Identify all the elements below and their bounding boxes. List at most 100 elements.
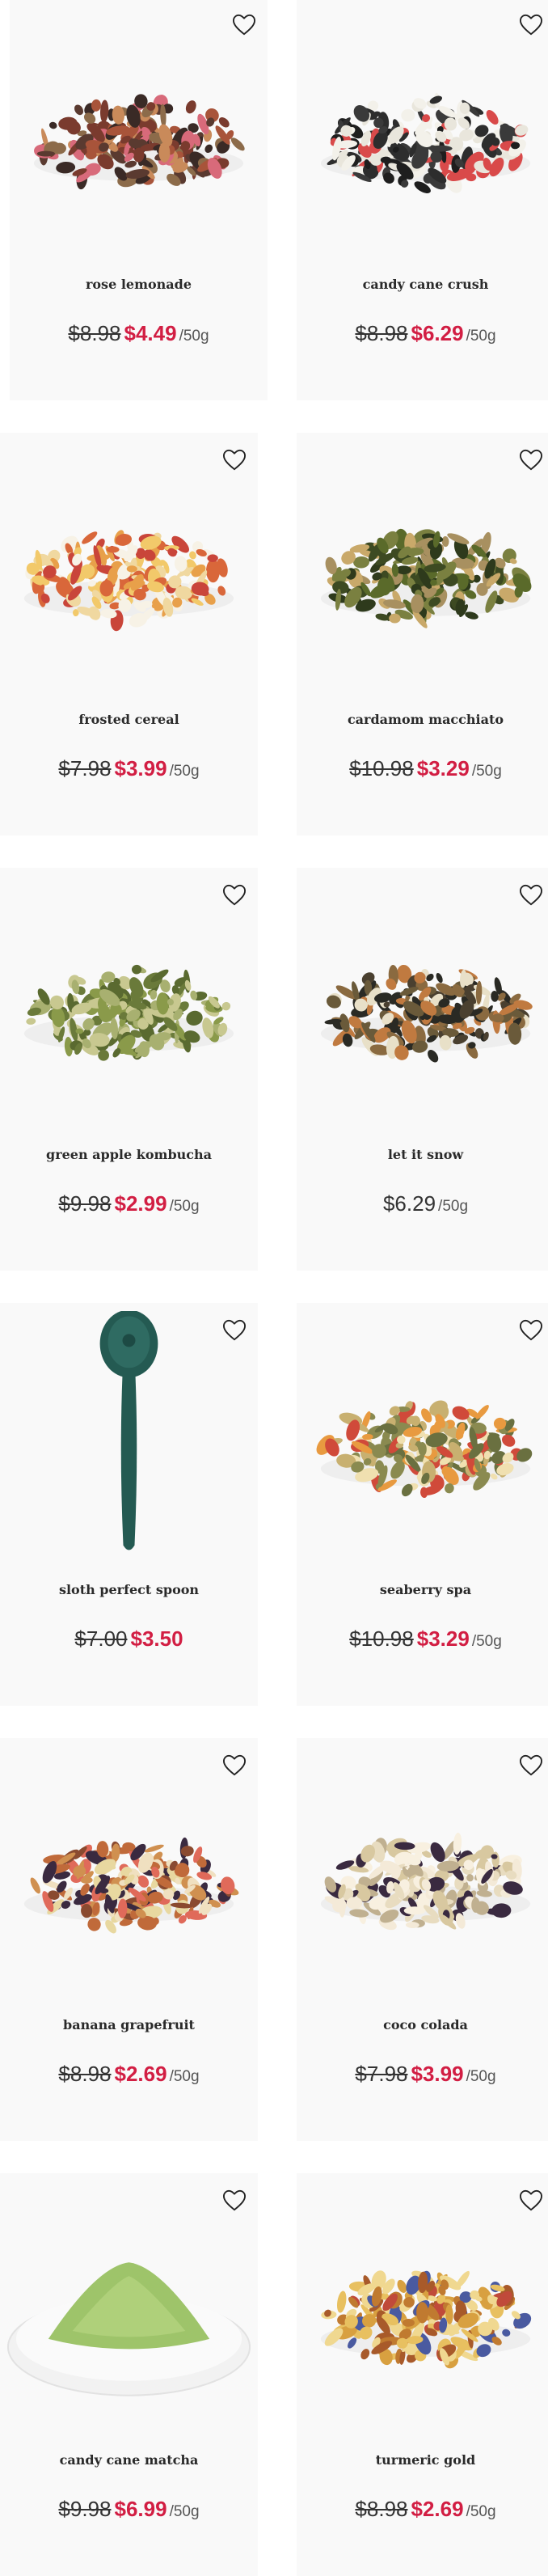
wishlist-heart-icon[interactable] — [517, 882, 545, 908]
wishlist-heart-icon[interactable] — [517, 447, 545, 473]
sale-price: $6.29 — [411, 321, 464, 345]
sale-price: $2.69 — [411, 2497, 464, 2521]
product-name[interactable]: coco colada — [297, 2017, 548, 2032]
product-name[interactable]: green apple kombucha — [0, 1147, 258, 1162]
wishlist-heart-icon[interactable] — [221, 2188, 248, 2214]
price-unit: /50g — [471, 1633, 502, 1650]
tea-blend-image — [320, 964, 533, 1063]
product-name[interactable]: cardamom macchiato — [297, 712, 548, 727]
price-unit: /50g — [169, 2068, 200, 2085]
product-name[interactable]: sloth perfect spoon — [0, 1582, 258, 1597]
product-card[interactable]: candy cane matcha $9.98 $6.99/50g — [0, 2173, 258, 2576]
product-card[interactable]: green apple kombucha $9.98 $2.99/50g — [0, 868, 258, 1271]
product-card[interactable]: candy cane crush $8.98 $6.29/50g — [297, 0, 548, 400]
sale-price: $3.50 — [130, 1626, 183, 1651]
tea-blend-image — [23, 964, 234, 1061]
product-name[interactable]: let it snow — [297, 1147, 548, 1162]
sale-price: $6.99 — [114, 2497, 167, 2521]
tea-blend-image — [320, 2270, 532, 2369]
original-price: $10.98 — [349, 756, 414, 780]
product-price: $6.29/50g — [297, 1191, 548, 1216]
price-unit: /50g — [466, 328, 496, 345]
product-image[interactable] — [0, 2218, 258, 2420]
tea-blend-image — [23, 530, 234, 632]
sale-price: $4.49 — [124, 321, 177, 345]
original-price: $10.98 — [349, 1626, 414, 1651]
product-card[interactable]: sloth perfect spoon $7.00 $3.50 — [0, 1303, 258, 1706]
price-unit: /50g — [466, 2068, 496, 2085]
original-price: $7.98 — [355, 2062, 408, 2086]
sale-price: $2.69 — [114, 2062, 167, 2086]
product-image[interactable] — [297, 477, 548, 679]
product-price: $8.98 $4.49/50g — [10, 321, 268, 346]
product-name[interactable]: candy cane crush — [297, 277, 548, 292]
product-name[interactable]: candy cane matcha — [0, 2452, 258, 2468]
product-price: $8.98 $2.69/50g — [0, 2062, 258, 2087]
product-price: $7.98 $3.99/50g — [297, 2062, 548, 2087]
tea-blend-image — [33, 94, 245, 190]
product-image[interactable] — [297, 2218, 548, 2420]
product-name[interactable]: frosted cereal — [0, 712, 258, 727]
tea-blend-image — [320, 92, 531, 193]
wishlist-heart-icon[interactable] — [517, 12, 545, 38]
product-card[interactable]: coco colada $7.98 $3.99/50g — [297, 1738, 548, 2141]
price-unit: /50g — [169, 763, 200, 780]
product-image[interactable] — [0, 1783, 258, 1985]
product-price: $10.98 $3.29/50g — [297, 1626, 548, 1652]
product-image[interactable] — [0, 477, 258, 679]
product-card[interactable]: turmeric gold $8.98 $2.69/50g — [297, 2173, 548, 2576]
wishlist-heart-icon[interactable] — [517, 2188, 545, 2214]
product-image[interactable] — [10, 42, 268, 244]
original-price: $8.98 — [355, 321, 408, 345]
product-image[interactable] — [297, 1783, 548, 1985]
product-name[interactable]: rose lemonade — [10, 277, 268, 292]
price-unit: /50g — [438, 1198, 469, 1215]
wishlist-heart-icon[interactable] — [221, 447, 248, 473]
product-card[interactable]: rose lemonade $8.98 $4.49/50g — [10, 0, 268, 400]
price-unit: /50g — [179, 328, 209, 345]
price-unit: /50g — [466, 2503, 496, 2520]
sale-price: $3.29 — [416, 1626, 470, 1651]
product-image[interactable] — [297, 912, 548, 1115]
tea-blend-image — [320, 528, 532, 628]
product-name[interactable]: banana grapefruit — [0, 2017, 258, 2032]
sale-price: $2.99 — [114, 1191, 167, 1216]
wishlist-heart-icon[interactable] — [517, 1753, 545, 1779]
product-price: $9.98 $6.99/50g — [0, 2497, 258, 2522]
product-price: $7.98 $3.99/50g — [0, 756, 258, 781]
product-name[interactable]: turmeric gold — [297, 2452, 548, 2468]
product-card[interactable]: banana grapefruit $8.98 $2.69/50g — [0, 1738, 258, 2141]
product-price: $9.98 $2.99/50g — [0, 1191, 258, 1216]
price-unit: /50g — [169, 2503, 200, 2520]
original-price: $8.98 — [58, 2062, 112, 2086]
tea-blend-image — [23, 1837, 239, 1934]
original-price: $9.98 — [58, 1191, 112, 1216]
wishlist-heart-icon[interactable] — [517, 1318, 545, 1343]
product-price: $8.98 $2.69/50g — [297, 2497, 548, 2522]
product-image[interactable] — [297, 1347, 548, 1550]
original-price: $9.98 — [58, 2497, 112, 2521]
original-price: $7.98 — [58, 756, 112, 780]
product-image[interactable] — [297, 42, 548, 244]
product-image[interactable] — [0, 1311, 258, 1562]
wishlist-heart-icon[interactable] — [221, 1753, 248, 1779]
product-image[interactable] — [0, 912, 258, 1115]
product-price: $8.98 $6.29/50g — [297, 321, 548, 346]
sale-price: $3.99 — [114, 756, 167, 780]
price-unit: /50g — [471, 763, 502, 780]
original-price: $7.00 — [74, 1626, 128, 1651]
price-unit: /50g — [169, 1198, 200, 1215]
product-card[interactable]: cardamom macchiato $10.98 $3.29/50g — [297, 433, 548, 835]
sale-price: $3.99 — [411, 2062, 464, 2086]
product-card[interactable]: seaberry spa $10.98 $3.29/50g — [297, 1303, 548, 1706]
product-card[interactable]: frosted cereal $7.98 $3.99/50g — [0, 433, 258, 835]
product-price: $7.00 $3.50 — [0, 1626, 258, 1652]
regular-price: $6.29 — [382, 1191, 436, 1216]
tea-blend-image — [320, 1832, 531, 1931]
wishlist-heart-icon[interactable] — [230, 12, 258, 38]
original-price: $8.98 — [355, 2497, 408, 2521]
spoon-image — [99, 1311, 158, 1550]
wishlist-heart-icon[interactable] — [221, 882, 248, 908]
product-name[interactable]: seaberry spa — [297, 1582, 548, 1597]
product-card[interactable]: let it snow $6.29/50g — [297, 868, 548, 1271]
